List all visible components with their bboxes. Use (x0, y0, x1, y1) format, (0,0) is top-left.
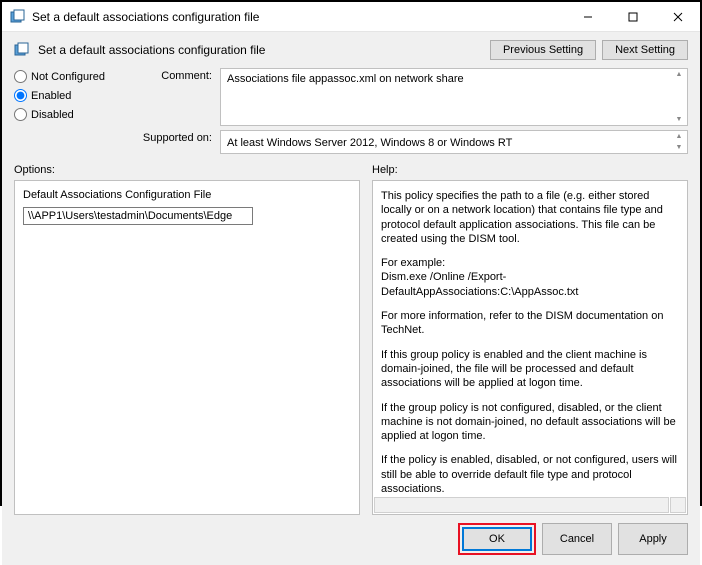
radio-enabled-label: Enabled (31, 90, 71, 102)
cancel-button[interactable]: Cancel (542, 523, 612, 555)
supported-field: At least Windows Server 2012, Windows 8 … (220, 130, 688, 154)
previous-setting-button[interactable]: Previous Setting (490, 40, 596, 60)
help-p5: If the group policy is not configured, d… (381, 401, 679, 444)
radio-enabled[interactable]: Enabled (14, 89, 124, 102)
help-p1: This policy specifies the path to a file… (381, 189, 679, 246)
minimize-button[interactable] (565, 2, 610, 31)
radio-not-configured[interactable]: Not Configured (14, 70, 124, 83)
option-field-label: Default Associations Configuration File (23, 189, 351, 201)
help-p4: If this group policy is enabled and the … (381, 348, 679, 391)
help-p6: If the policy is enabled, disabled, or n… (381, 453, 679, 496)
ok-highlight: OK (458, 523, 536, 555)
radio-not-configured-label: Not Configured (31, 71, 105, 83)
help-panel: This policy specifies the path to a file… (372, 180, 688, 515)
apply-button[interactable]: Apply (618, 523, 688, 555)
help-scroll-h[interactable] (374, 497, 669, 513)
help-p2b: Dism.exe /Online /Export-DefaultAppAssoc… (381, 270, 679, 299)
radio-disabled-label: Disabled (31, 109, 74, 121)
help-label: Help: (372, 164, 688, 176)
dialog-footer: OK Cancel Apply (14, 523, 688, 555)
body-row: Options: Default Associations Configurat… (14, 164, 688, 515)
radio-disabled-input[interactable] (14, 108, 27, 121)
comment-value: Associations file appassoc.xml on networ… (227, 73, 464, 85)
policy-header: Set a default associations configuration… (14, 40, 688, 60)
policy-icon (14, 42, 30, 58)
help-p2a: For example: (381, 256, 679, 270)
window-title: Set a default associations configuration… (32, 10, 565, 24)
close-button[interactable] (655, 2, 700, 31)
supported-label: Supported on: (132, 130, 212, 144)
supported-scroll[interactable]: ▲▼ (673, 133, 685, 151)
ok-button[interactable]: OK (462, 527, 532, 551)
comment-label: Comment: (132, 68, 212, 82)
help-text: This policy specifies the path to a file… (381, 189, 679, 496)
supported-value: At least Windows Server 2012, Windows 8 … (227, 137, 512, 149)
radio-disabled[interactable]: Disabled (14, 108, 124, 121)
help-scroll-corner (670, 497, 686, 513)
options-panel: Default Associations Configuration File (14, 180, 360, 515)
content-area: Set a default associations configuration… (2, 32, 700, 565)
settings-grid: Not Configured Enabled Disabled Comment:… (14, 68, 688, 154)
radio-not-configured-input[interactable] (14, 70, 27, 83)
app-icon (10, 9, 26, 25)
policy-title: Set a default associations configuration… (38, 43, 482, 57)
help-p3: For more information, refer to the DISM … (381, 309, 679, 338)
next-setting-button[interactable]: Next Setting (602, 40, 688, 60)
maximize-button[interactable] (610, 2, 655, 31)
titlebar: Set a default associations configuration… (2, 2, 700, 32)
comment-scroll[interactable]: ▲▼ (673, 71, 685, 123)
options-label: Options: (14, 164, 360, 176)
window-controls (565, 2, 700, 31)
option-field-input[interactable] (23, 207, 253, 225)
comment-field[interactable]: Associations file appassoc.xml on networ… (220, 68, 688, 126)
radio-enabled-input[interactable] (14, 89, 27, 102)
